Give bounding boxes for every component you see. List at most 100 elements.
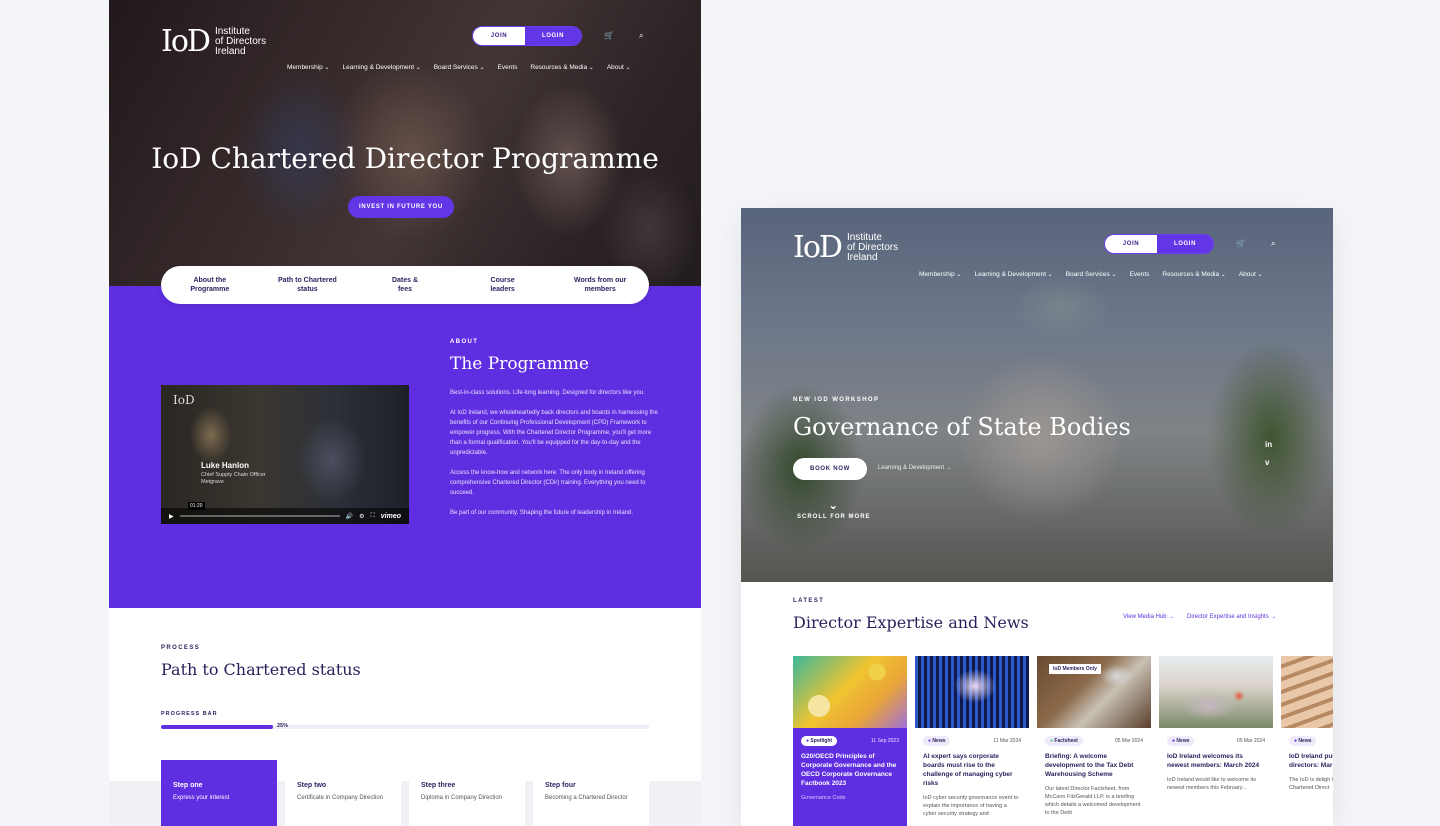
linkedin-icon[interactable]: in [1265, 440, 1272, 449]
card-desc: IoD cyber security governance event to e… [923, 795, 1019, 817]
news-card[interactable]: Spotlight 11 Sep 2023 G20/OECD Principle… [793, 656, 907, 826]
tab-words[interactable]: Words from our members [565, 276, 635, 294]
card-image [793, 656, 907, 728]
card-date: 05 Mar 2024 [1114, 738, 1143, 744]
section-tabs: About the Programme Path to Chartered st… [161, 266, 649, 304]
cart-icon[interactable]: 🛒 [1236, 239, 1246, 248]
nav-resources[interactable]: Resources & Media [530, 64, 593, 71]
account-pill: JOIN IOD LOGIN [1104, 234, 1214, 254]
process-eyebrow: PROCESS [161, 645, 201, 651]
step-one[interactable]: Step one Express your interest [161, 760, 277, 826]
search-icon[interactable]: ⌕ [639, 31, 643, 41]
tab-leaders[interactable]: Course leaders [468, 276, 538, 294]
nav-membership[interactable]: Membership [919, 271, 961, 278]
nav-about[interactable]: About [607, 64, 631, 71]
progress-label: PROGRESS BAR [161, 711, 218, 717]
video-player[interactable]: IoD Luke Hanlon Chief Supply Chain Offic… [161, 385, 409, 524]
account-pill: JOIN IOD LOGIN [472, 26, 582, 46]
card-tag: News [923, 736, 951, 746]
card-image [1281, 656, 1333, 728]
vimeo-logo[interactable]: vimeo [381, 513, 401, 520]
join-button[interactable]: JOIN IOD [473, 27, 525, 45]
news-card[interactable]: News IoD Ireland pul of qualified ch dir… [1281, 656, 1333, 826]
latest-title: Director Expertise and News [793, 613, 1029, 632]
play-icon[interactable]: ▶ [169, 513, 174, 520]
tab-path[interactable]: Path to Chartered status [272, 276, 342, 294]
vimeo-icon[interactable]: v [1265, 458, 1269, 467]
nav-learning[interactable]: Learning & Development [974, 271, 1052, 278]
card-title: IoD Ireland welcomes its newest members:… [1167, 753, 1260, 769]
about-text: Best-in-class solutions. Life-long learn… [450, 390, 658, 516]
join-button[interactable]: JOIN IOD [1105, 235, 1157, 253]
search-icon[interactable]: ⌕ [1271, 239, 1275, 249]
step-two[interactable]: Step two Certificate in Company Directio… [285, 760, 401, 826]
login-button[interactable]: LOGIN [525, 27, 581, 45]
nav-resources[interactable]: Resources & Media [1162, 271, 1225, 278]
card-tag: Factsheet [1045, 736, 1083, 746]
main-nav: Membership Learning & Development Board … [287, 64, 631, 71]
login-button[interactable]: LOGIN [1157, 235, 1213, 253]
book-now-button[interactable]: BOOK NOW [793, 458, 867, 480]
card-desc: IoD Ireland would like to welcome its ne… [1167, 777, 1256, 791]
card-date: 11 Mar 2024 [993, 738, 1021, 744]
category-link[interactable]: Learning & Development → [878, 465, 952, 471]
members-only-badge: IoD Members Only [1049, 664, 1101, 674]
about-title: The Programme [450, 354, 589, 374]
video-controls: ▶ 🔊 ⚙ ⛶ vimeo [161, 508, 409, 524]
chevron-down-icon: ⌄ [828, 498, 840, 512]
card-image [915, 656, 1029, 728]
homepage: IoD Institute of Directors Ireland JOIN … [741, 208, 1333, 826]
latest-eyebrow: LATEST [793, 598, 825, 604]
logo-text: Institute of Directors Ireland [846, 232, 899, 263]
iod-logo[interactable]: IoD Institute of Directors Ireland [793, 233, 898, 263]
iod-logo[interactable]: IoD Institute of Directors Ireland [161, 27, 266, 57]
card-desc: Governance Code [801, 795, 846, 801]
step-three[interactable]: Step three Diploma in Company Direction [409, 760, 525, 826]
video-logo: IoD [173, 393, 195, 407]
view-media-hub-link[interactable]: View Media Hub → [1123, 614, 1174, 620]
news-card[interactable]: News 05 Mar 2024 IoD Ireland welcomes it… [1159, 656, 1273, 826]
nav-about[interactable]: About [1239, 271, 1263, 278]
card-date: 11 Sep 2023 [871, 738, 899, 744]
card-title: G20/OECD Principles of Corporate Governa… [801, 753, 897, 787]
card-desc: Our latest Director Factsheet, from McCa… [1045, 786, 1141, 816]
progress-fill [161, 725, 274, 729]
card-image [1159, 656, 1273, 728]
card-desc: The IoD is deligh latest list of rece Ch… [1289, 777, 1333, 791]
logo-mark: IoD [793, 230, 843, 265]
news-card[interactable]: IoD Members Only Factsheet 05 Mar 2024 B… [1037, 656, 1151, 826]
volume-icon[interactable]: 🔊 [346, 513, 353, 520]
card-title: Briefing: A welcome development to the T… [1045, 753, 1134, 778]
about-eyebrow: ABOUT [450, 339, 479, 345]
fullscreen-icon[interactable]: ⛶ [371, 513, 375, 520]
tab-about[interactable]: About the Programme [175, 276, 245, 294]
news-card[interactable]: News 11 Mar 2024 AI expert says corporat… [915, 656, 1029, 826]
scroll-for-more[interactable]: ⌄ SCROLL FOR MORE [797, 498, 871, 520]
card-date: 05 Mar 2024 [1236, 738, 1265, 744]
invest-button[interactable]: INVEST IN FUTURE YOU [348, 196, 454, 218]
video-speaker-role: Chief Supply Chain Officer Metgrave [201, 472, 266, 485]
card-tag: News [1289, 736, 1317, 746]
nav-membership[interactable]: Membership [287, 64, 329, 71]
card-title: IoD Ireland pul of qualified ch director… [1289, 753, 1333, 769]
tab-dates[interactable]: Dates & fees [370, 276, 440, 294]
progress-bar [161, 725, 649, 729]
logo-text: Institute of Directors Ireland [214, 26, 267, 57]
nav-learning[interactable]: Learning & Development [342, 64, 420, 71]
page-title: IoD Chartered Director Programme [151, 142, 659, 175]
cart-icon[interactable]: 🛒 [604, 31, 614, 40]
about-section: IoD Luke Hanlon Chief Supply Chain Offic… [109, 286, 701, 608]
hero-title: Governance of State Bodies [793, 413, 1131, 441]
step-four[interactable]: Step four Becoming a Chartered Director [533, 760, 649, 826]
video-scrubber[interactable] [179, 515, 340, 517]
card-tag: Spotlight [801, 736, 838, 746]
chartered-director-page: IoD Institute of Directors Ireland JOIN … [109, 0, 701, 826]
nav-events[interactable]: Events [498, 64, 518, 71]
settings-icon[interactable]: ⚙ [359, 513, 364, 520]
nav-events[interactable]: Events [1130, 271, 1150, 278]
process-title: Path to Chartered status [161, 660, 361, 679]
nav-board-services[interactable]: Board Services [1066, 271, 1117, 278]
progress-percent: 25% [277, 723, 289, 729]
nav-board-services[interactable]: Board Services [434, 64, 485, 71]
expertise-insights-link[interactable]: Director Expertise and Insights → [1187, 614, 1276, 620]
